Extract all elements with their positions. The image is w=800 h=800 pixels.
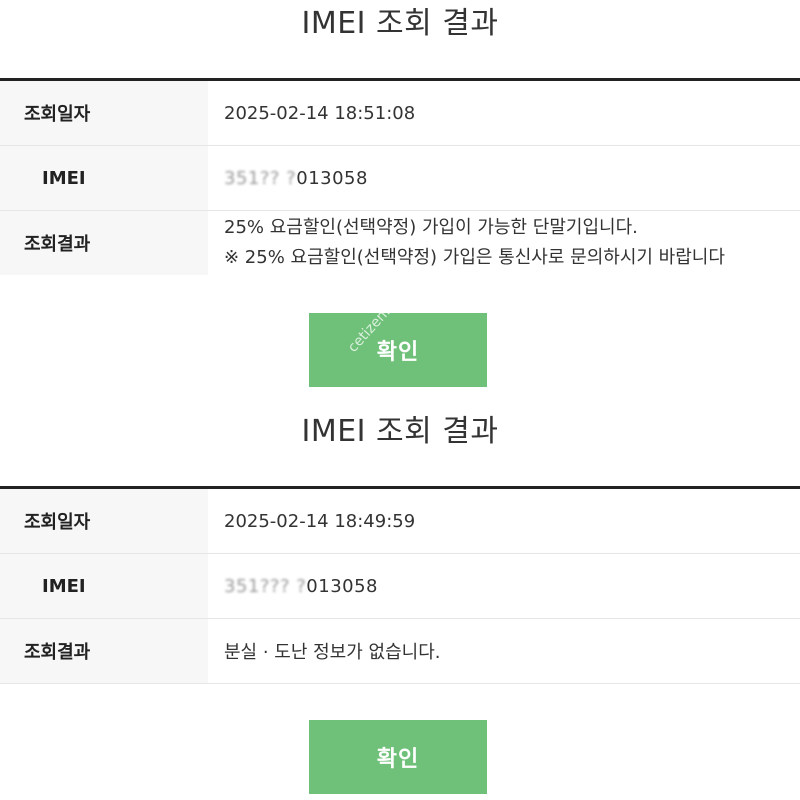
label-lookup-date: 조회일자 (0, 81, 208, 145)
label-imei: IMEI (0, 554, 208, 618)
result-line-1: 25% 요금할인(선택약정) 가입이 가능한 단말기입니다. (224, 217, 638, 238)
table-row-imei: IMEI 351?? ?013058 (0, 146, 800, 211)
imei-visible-part: 013058 (296, 167, 368, 189)
value-lookup-result: 25% 요금할인(선택약정) 가입이 가능한 단말기입니다. ※ 25% 요금할… (208, 211, 800, 275)
label-lookup-result: 조회결과 (0, 619, 208, 683)
value-lookup-date: 2025-02-14 18:51:08 (224, 102, 416, 124)
value-imei: 351?? ?013058 (208, 146, 800, 210)
value-lookup-date: 2025-02-14 18:49:59 (224, 510, 416, 532)
table-row-result: 조회결과 분실 · 도난 정보가 없습니다. (0, 619, 800, 684)
page-title: IMEI 조회 결과 (301, 414, 499, 449)
table-row-date: 조회일자 2025-02-14 18:49:59 (0, 489, 800, 554)
imei-masked-part: 351?? ? (224, 167, 297, 189)
table-row-imei: IMEI 351??? ?013058 (0, 554, 800, 619)
confirm-button[interactable]: 확인 (309, 313, 487, 387)
value-lookup-result: 분실 · 도난 정보가 없습니다. (224, 642, 441, 663)
value-imei: 351??? ?013058 (208, 554, 800, 618)
page-title: IMEI 조회 결과 (301, 6, 499, 41)
imei-visible-part: 013058 (306, 575, 379, 597)
label-lookup-result: 조회결과 (0, 211, 208, 275)
result-line-2: ※ 25% 요금할인(선택약정) 가입은 통신사로 문의하시기 바랍니다 (224, 247, 725, 268)
label-imei: IMEI (0, 146, 208, 210)
table-row-result: 조회결과 25% 요금할인(선택약정) 가입이 가능한 단말기입니다. ※ 25… (0, 211, 800, 275)
confirm-button[interactable]: 확인 (309, 720, 487, 794)
result-table: 조회일자 2025-02-14 18:51:08 IMEI 351?? ?013… (0, 78, 800, 275)
imei-masked-part: 351??? ? (224, 575, 307, 597)
result-table: 조회일자 2025-02-14 18:49:59 IMEI 351??? ?01… (0, 486, 800, 684)
table-row-date: 조회일자 2025-02-14 18:51:08 (0, 81, 800, 146)
label-lookup-date: 조회일자 (0, 489, 208, 553)
